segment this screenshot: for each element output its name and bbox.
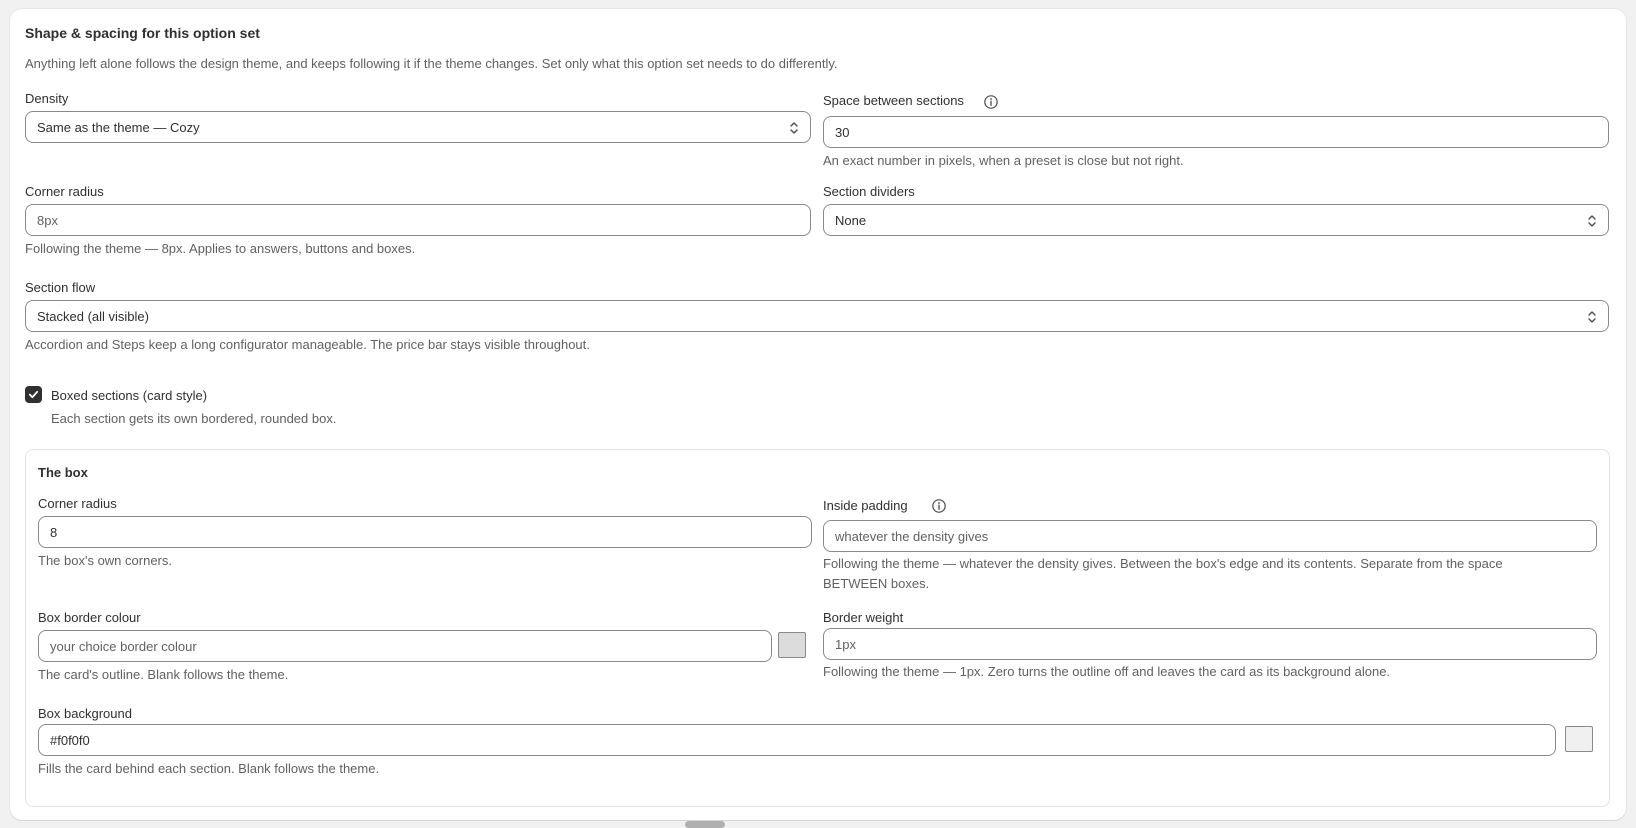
space-between-help: An exact number in pixels, when a preset… [823,153,1184,168]
section-title: Shape & spacing for this option set [25,25,260,41]
corner-radius-placeholder: 8px [37,212,58,228]
inside-padding-input[interactable]: whatever the density gives [823,520,1597,552]
corner-radius-label: Corner radius [25,184,104,199]
chevron-up-down-icon [790,122,798,134]
section-flow-label: Section flow [25,280,96,295]
section-intro: Anything left alone follows the design t… [25,56,838,71]
box-corner-radius-help: The box's own corners. [38,553,172,568]
the-box-title: The box [38,465,88,480]
section-dividers-label: Section dividers [823,184,915,199]
border-weight-input[interactable]: 1px [823,628,1597,660]
settings-card: Shape & spacing for this option set Anyt… [10,9,1626,820]
info-circle-icon[interactable] [931,498,947,514]
info-circle-icon[interactable] [983,94,999,110]
inside-padding-placeholder: whatever the density gives [835,528,989,544]
box-background-label: Box background [38,706,132,721]
corner-radius-help: Following the theme — 8px. Applies to an… [25,241,416,256]
box-background-value: #f0f0f0 [50,732,90,748]
space-between-input[interactable]: 30 [823,116,1609,148]
box-corner-radius-label: Corner radius [38,496,117,511]
density-select[interactable]: Same as the theme — Cozy [25,111,811,143]
corner-radius-input[interactable]: 8px [25,204,811,236]
the-box-panel: The box Corner radius 8 The box's own co… [25,449,1610,807]
boxed-sections-help: Each section gets its own bordered, roun… [51,411,337,426]
box-corner-radius-input[interactable]: 8 [38,516,812,548]
border-colour-placeholder: your choice border colour [50,638,197,654]
scrollbar-handle[interactable] [685,821,725,828]
border-weight-help: Following the theme — 1px. Zero turns th… [823,664,1391,679]
density-label: Density [25,91,69,106]
border-weight-label: Border weight [823,610,904,625]
section-dividers-select[interactable]: None [823,204,1609,236]
chevron-up-down-icon [1588,215,1596,227]
checkmark-icon [28,390,39,399]
space-between-label: Space between sections [823,93,964,108]
density-value: Same as the theme — Cozy [37,119,200,135]
box-background-input[interactable]: #f0f0f0 [38,724,1556,756]
border-colour-label: Box border colour [38,610,141,625]
border-colour-help: The card's outline. Blank follows the th… [38,667,289,682]
border-colour-input[interactable]: your choice border colour [38,630,772,662]
box-background-help: Fills the card behind each section. Blan… [38,761,380,776]
inside-padding-label: Inside padding [823,498,908,513]
boxed-sections-checkbox[interactable] [25,386,42,403]
border-colour-swatch[interactable] [778,632,806,658]
inside-padding-help-line-1: Following the theme — whatever the densi… [823,556,1503,571]
section-dividers-value: None [835,212,867,228]
section-flow-help: Accordion and Steps keep a long configur… [25,337,590,352]
boxed-sections-label[interactable]: Boxed sections (card style) [51,388,207,403]
section-flow-value: Stacked (all visible) [37,308,149,324]
border-weight-placeholder: 1px [835,636,856,652]
inside-padding-help-line-2: BETWEEN boxes. [823,576,930,591]
box-background-swatch[interactable] [1565,726,1593,752]
box-corner-radius-value: 8 [50,524,58,540]
space-between-value: 30 [835,124,850,140]
chevron-up-down-icon [1588,311,1596,323]
section-flow-select[interactable]: Stacked (all visible) [25,300,1609,332]
